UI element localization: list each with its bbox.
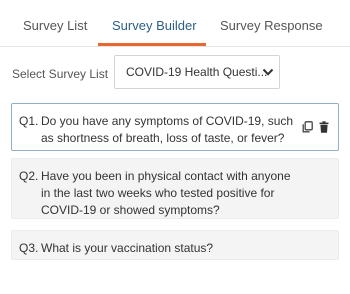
select-survey-label: Select Survey List xyxy=(12,67,109,81)
question-card-3[interactable]: Q3. What is your vaccination status? xyxy=(11,230,339,260)
tab-bar: Survey List Survey Builder Survey Respon… xyxy=(0,0,350,47)
question-card-1[interactable]: Q1. Do you have any symptoms of COVID-19… xyxy=(11,103,339,151)
question-number: Q1. xyxy=(19,114,39,128)
question-text: What is your vaccination status? xyxy=(41,241,214,255)
tab-survey-response[interactable]: Survey Response xyxy=(220,18,323,34)
question-number: Q3. xyxy=(19,241,39,255)
survey-select-dropdown[interactable]: COVID-19 Health Questi... xyxy=(114,55,280,89)
question-text: Have you been in physical contact with a… xyxy=(41,169,291,217)
survey-builder-panel: Select Survey List COVID-19 Health Quest… xyxy=(0,47,350,294)
tab-survey-list[interactable]: Survey List xyxy=(23,18,87,34)
question-number: Q2. xyxy=(19,169,39,183)
survey-app: Survey List Survey Builder Survey Respon… xyxy=(0,0,350,294)
copy-icon[interactable] xyxy=(302,121,313,133)
trash-icon[interactable] xyxy=(319,121,329,133)
tab-survey-builder[interactable]: Survey Builder xyxy=(112,18,197,34)
question-text: Do you have any symptoms of COVID-19, su… xyxy=(41,114,294,145)
question-actions xyxy=(302,121,330,133)
chevron-down-icon xyxy=(262,68,274,76)
question-card-2[interactable]: Q2. Have you been in physical contact wi… xyxy=(11,158,339,219)
active-tab-indicator xyxy=(98,43,206,46)
survey-select-value: COVID-19 Health Questi... xyxy=(126,65,268,79)
